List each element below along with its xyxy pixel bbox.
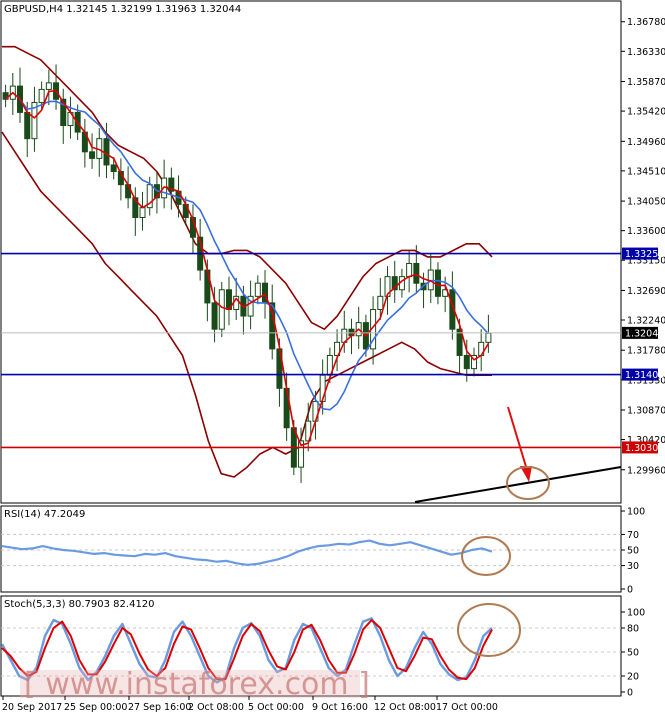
candle-body (434, 269, 441, 297)
time-tick-label: 27 Sep 16:00 (128, 702, 191, 713)
time-tick-label: 12 Oct 08:00 (374, 702, 436, 713)
time-tick-label: 2 Oct 08:00 (188, 702, 244, 713)
candle-body (377, 295, 384, 310)
chart-canvas: GBPUSD,H4 1.32145 1.32199 1.31963 1.3204… (0, 0, 665, 713)
rsi-panel (0, 505, 622, 593)
price-tick-label: 1.34050 (627, 197, 665, 208)
osc-tick-label: 100 (627, 507, 645, 518)
price-tick-label: 1.30870 (627, 405, 665, 416)
candle-body (218, 289, 225, 330)
osc-tick-label: 70 (627, 530, 639, 541)
osc-tick-label: 100 (627, 608, 645, 619)
price-panel-title: GBPUSD,H4 1.32145 1.32199 1.31963 1.3204… (4, 4, 241, 15)
candle-body (38, 88, 45, 104)
time-tick-label: 20 Sep 2017 (2, 702, 62, 713)
osc-tick-label: 0 (627, 688, 633, 699)
osc-tick-label: 80 (627, 624, 639, 635)
price-tick-label: 1.32240 (627, 315, 665, 326)
time-tick-label: 9 Oct 16:00 (312, 702, 368, 713)
price-axis: 1.36780 1.36330 1.35870 1.35420 1.34960 1.345… (621, 17, 665, 476)
current-price-label: 1.32044 (625, 328, 664, 339)
candle-body (139, 207, 146, 219)
price-tick-label: 1.34960 (627, 137, 665, 148)
candle-body (413, 262, 420, 284)
candle-body (103, 138, 110, 166)
time-tick-label: 5 Oct 00:00 (248, 702, 304, 713)
resistance-tag-label: 1.33251 (625, 249, 664, 260)
candle-body (24, 111, 31, 140)
candle-body (211, 302, 218, 330)
candle-body (406, 262, 413, 278)
osc-tick-label: 0 (627, 585, 633, 596)
time-tick-label: 17 Oct 00:00 (436, 702, 498, 713)
candle-body (45, 82, 52, 90)
watermark-text: [ www.instaforex.com ] (24, 667, 370, 702)
osc-tick-label: 30 (627, 561, 639, 572)
support-tag-label: 1.31409 (625, 370, 664, 381)
price-tick-label: 1.35870 (627, 77, 665, 88)
candle-body (110, 164, 117, 173)
stoch-panel-title: Stoch(5,3,3) 80.7903 82.4120 (4, 599, 155, 610)
candle-body (463, 354, 470, 370)
price-tick-label: 1.36780 (627, 17, 665, 28)
price-tick-label: 1.32690 (627, 286, 665, 297)
price-tick-label: 1.34510 (627, 166, 665, 177)
price-tick-label: 1.36330 (627, 47, 665, 58)
osc-tick-label: 50 (627, 546, 639, 557)
price-tick-label: 1.33600 (627, 226, 665, 237)
target-tag-label: 1.30300 (625, 443, 664, 454)
price-tick-label: 1.35420 (627, 107, 665, 118)
osc-tick-label: 20 (627, 672, 639, 683)
candle-body (485, 332, 492, 343)
candle-body (254, 282, 261, 297)
time-tick-label: 25 Sep 00:00 (64, 702, 127, 713)
price-tick-label: 1.29960 (627, 465, 665, 476)
price-tick-label: 1.31780 (627, 346, 665, 357)
osc-tick-label: 50 (627, 648, 639, 659)
rsi-panel-title: RSI(14) 47.2049 (4, 509, 85, 520)
candle-body (89, 151, 96, 159)
